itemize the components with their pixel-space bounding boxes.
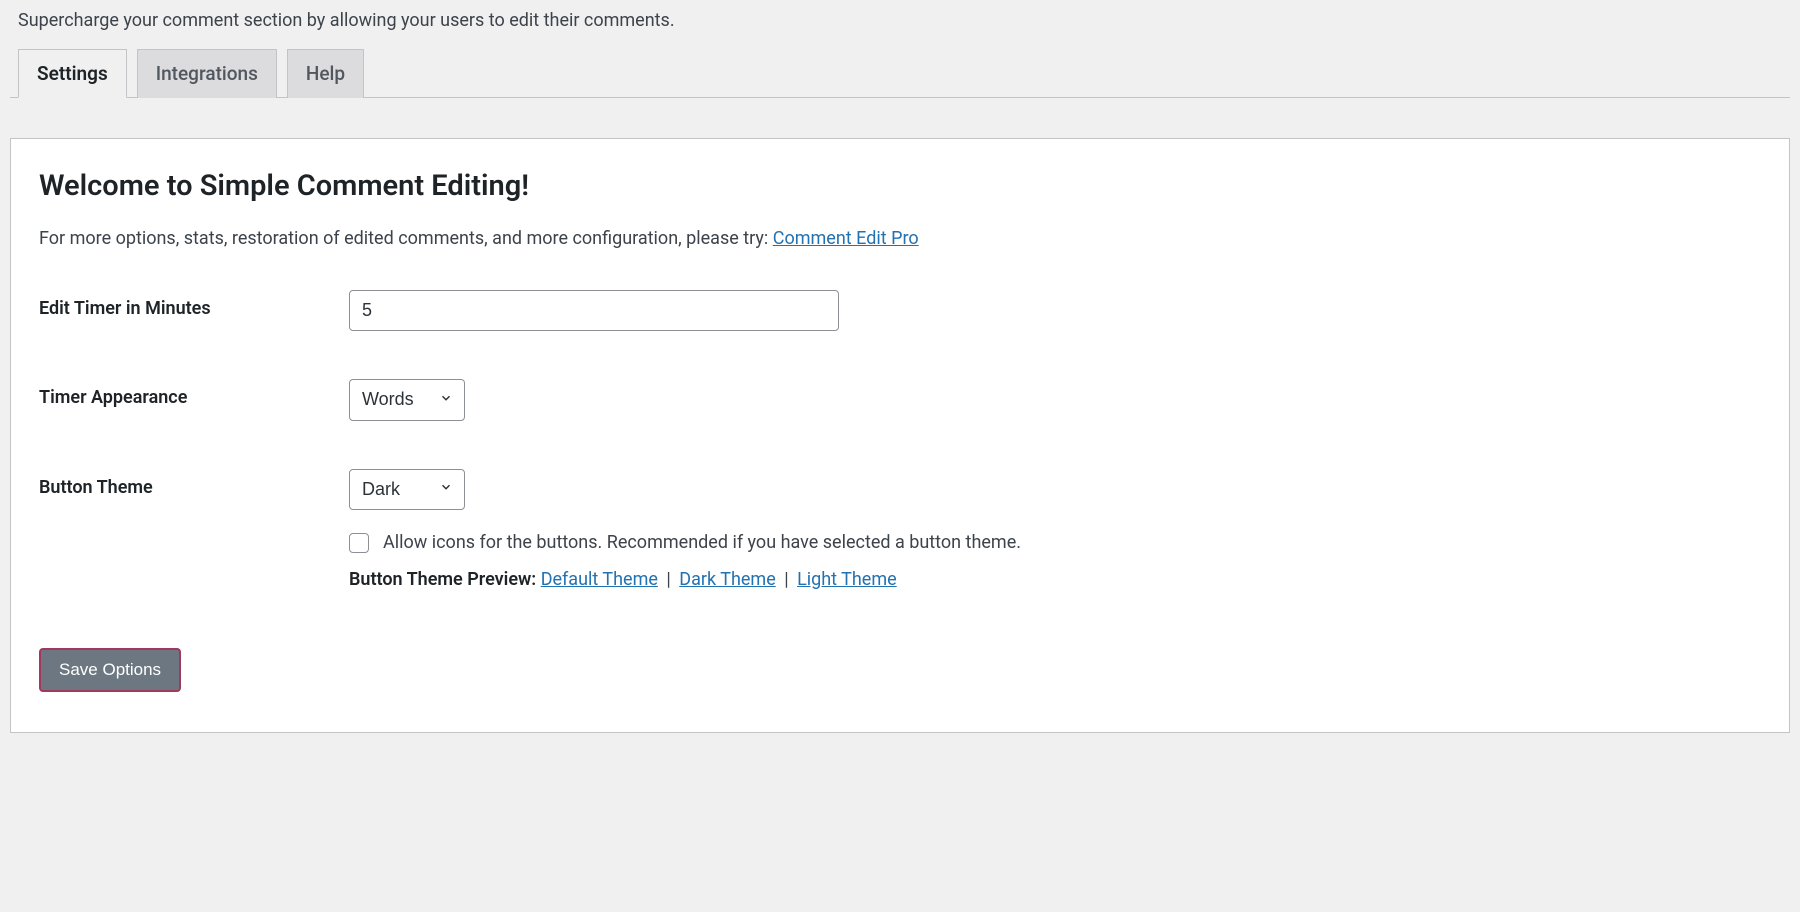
allow-icons-row: Allow icons for the buttons. Recommended… bbox=[349, 532, 1761, 553]
timer-appearance-select[interactable]: Words bbox=[349, 379, 465, 420]
timer-appearance-select-wrapper: Words bbox=[349, 379, 465, 420]
preview-label: Button Theme Preview: bbox=[349, 569, 541, 590]
timer-appearance-label: Timer Appearance bbox=[39, 379, 349, 408]
tab-settings[interactable]: Settings bbox=[18, 49, 127, 98]
allow-icons-checkbox[interactable] bbox=[349, 533, 369, 553]
settings-card: Welcome to Simple Comment Editing! For m… bbox=[10, 138, 1790, 733]
edit-timer-label: Edit Timer in Minutes bbox=[39, 290, 349, 319]
save-options-button[interactable]: Save Options bbox=[39, 648, 181, 692]
tab-help[interactable]: Help bbox=[287, 49, 364, 98]
tab-integrations[interactable]: Integrations bbox=[137, 49, 277, 98]
preview-light-link[interactable]: Light Theme bbox=[797, 569, 897, 590]
preview-dark-link[interactable]: Dark Theme bbox=[679, 569, 775, 590]
intro-text: For more options, stats, restoration of … bbox=[39, 225, 1761, 252]
edit-timer-input[interactable] bbox=[349, 290, 839, 331]
preview-separator: | bbox=[662, 569, 675, 590]
preview-default-link[interactable]: Default Theme bbox=[541, 569, 658, 590]
button-theme-select[interactable]: Dark bbox=[349, 469, 465, 510]
intro-prefix: For more options, stats, restoration of … bbox=[39, 228, 773, 249]
nav-tabs: Settings Integrations Help bbox=[10, 49, 1790, 98]
form-row-edit-timer: Edit Timer in Minutes bbox=[39, 290, 1761, 331]
button-theme-select-wrapper: Dark bbox=[349, 469, 465, 510]
card-title: Welcome to Simple Comment Editing! bbox=[39, 169, 1761, 203]
preview-separator: | bbox=[780, 569, 793, 590]
form-row-timer-appearance: Timer Appearance Words bbox=[39, 379, 1761, 420]
allow-icons-label: Allow icons for the buttons. Recommended… bbox=[383, 532, 1021, 553]
form-row-button-theme: Button Theme Dark Allow icons for the bu… bbox=[39, 469, 1761, 590]
button-theme-label: Button Theme bbox=[39, 469, 349, 498]
comment-edit-pro-link[interactable]: Comment Edit Pro bbox=[773, 228, 919, 249]
page-tagline: Supercharge your comment section by allo… bbox=[10, 0, 1790, 49]
button-theme-preview: Button Theme Preview: Default Theme | Da… bbox=[349, 569, 1761, 590]
